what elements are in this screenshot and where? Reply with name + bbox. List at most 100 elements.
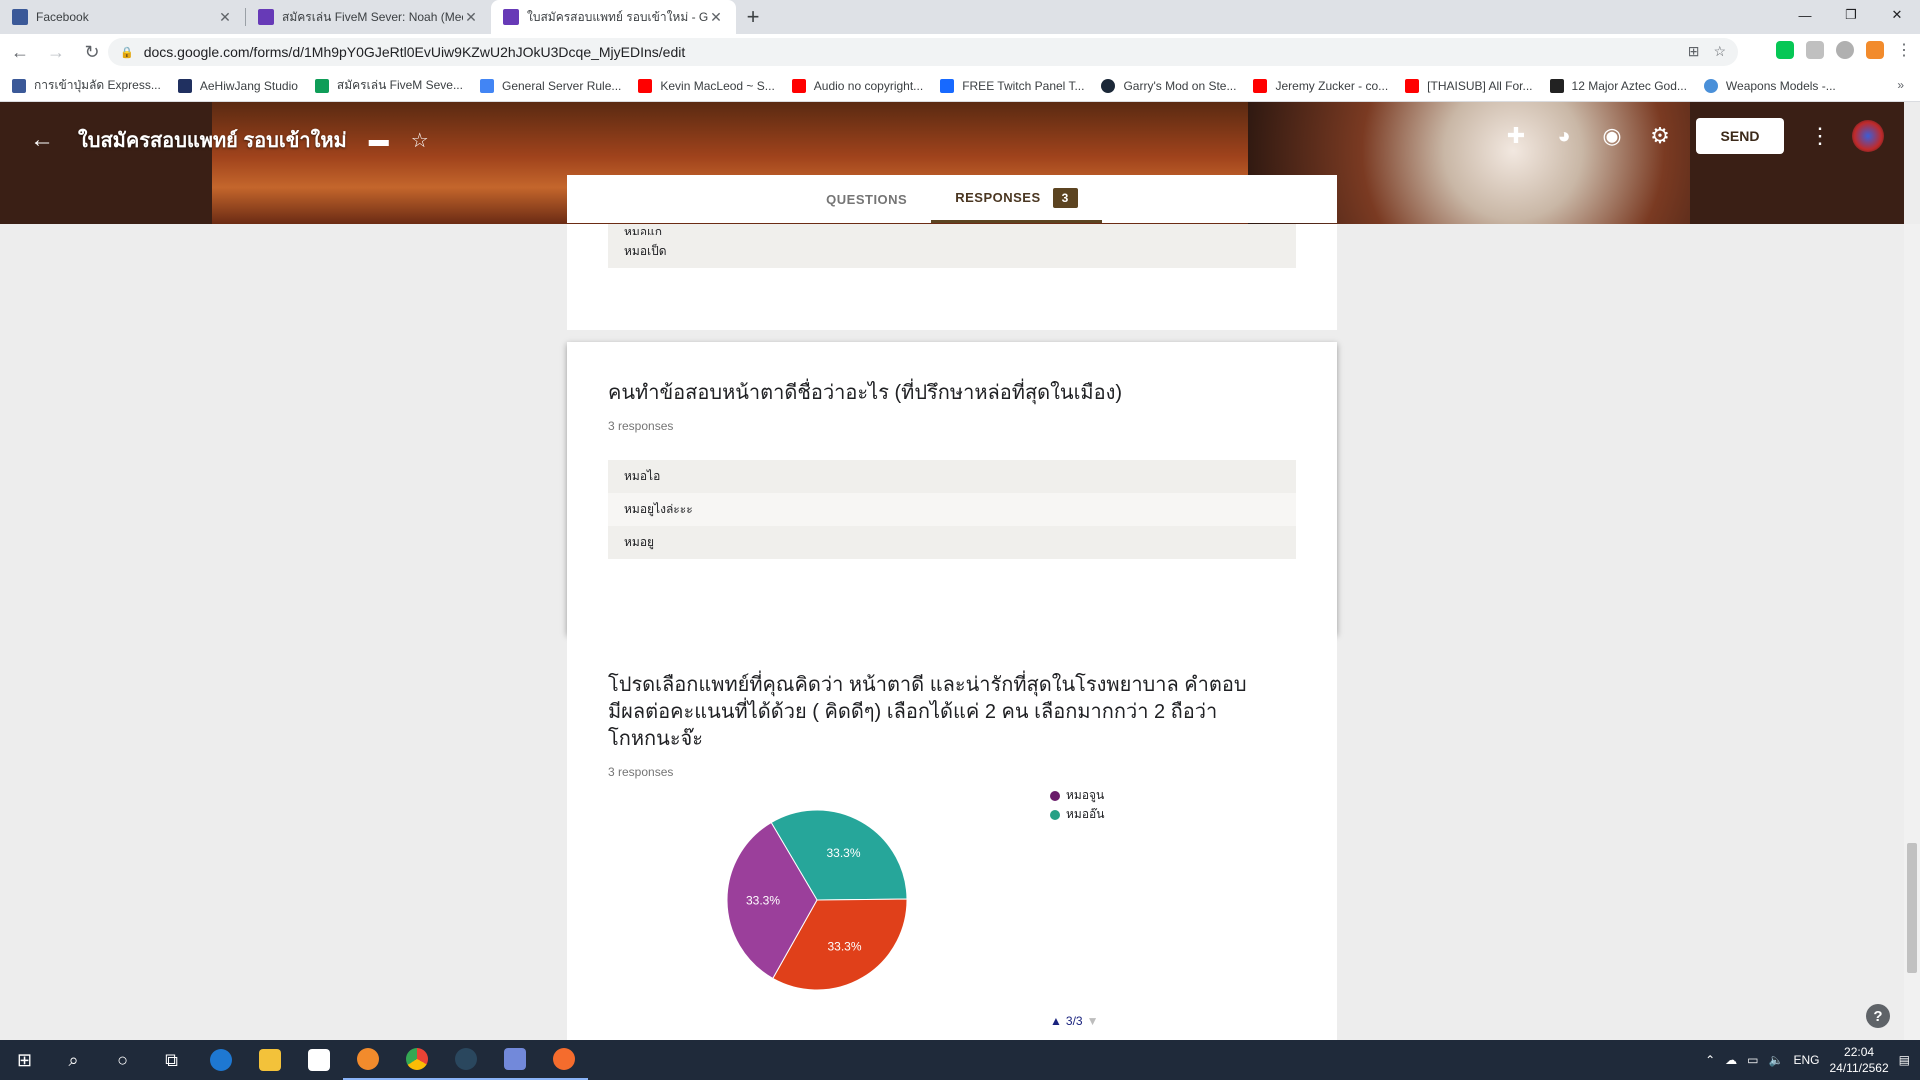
search-icon[interactable]: ⌕ xyxy=(49,1040,98,1080)
tab-questions[interactable]: QUESTIONS xyxy=(802,175,931,223)
help-icon[interactable]: ? xyxy=(1866,1004,1890,1028)
adblock-extension-icon[interactable] xyxy=(1836,41,1854,59)
tab-responses[interactable]: RESPONSES 3 xyxy=(931,175,1102,223)
palette-icon[interactable]: ◕ xyxy=(1540,123,1588,149)
clock-time: 22:04 xyxy=(1844,1045,1875,1059)
bookmark-item[interactable]: 12 Major Aztec God... xyxy=(1549,78,1687,93)
bookmark-label: สมัครเล่น FiveM Seve... xyxy=(336,78,463,92)
more-vert-icon[interactable]: ⋮ xyxy=(1796,123,1844,149)
browser-toolbar: ← → ↻ 🔒 docs.google.com/forms/d/1Mh9pY0G… xyxy=(0,34,1920,70)
notifications-icon[interactable]: ▤ xyxy=(1899,1053,1910,1067)
bookmark-item[interactable]: [THAISUB] All For... xyxy=(1405,78,1533,93)
file-explorer-icon[interactable] xyxy=(245,1040,294,1080)
folder-icon[interactable]: ▬ xyxy=(369,129,389,152)
bookmark-item[interactable]: General Server Rule... xyxy=(479,78,621,93)
volume-icon[interactable]: 🔈 xyxy=(1769,1053,1784,1067)
browser-menu-icon[interactable]: ⋮ xyxy=(1896,40,1912,60)
send-button[interactable]: SEND xyxy=(1696,118,1784,154)
onedrive-icon[interactable]: ☁ xyxy=(1725,1053,1737,1067)
puzzle-extension-icon[interactable] xyxy=(1866,41,1884,59)
line-extension-icon[interactable] xyxy=(1776,41,1794,59)
avatar[interactable] xyxy=(1852,120,1884,152)
preview-eye-icon[interactable]: ◉ xyxy=(1588,123,1636,149)
address-bar[interactable]: 🔒 docs.google.com/forms/d/1Mh9pY0GJeRtl0… xyxy=(108,38,1738,66)
settings-gear-icon[interactable]: ⚙ xyxy=(1636,123,1684,149)
youtube-icon xyxy=(638,78,653,93)
bookmark-item[interactable]: Weapons Models -... xyxy=(1703,78,1836,93)
scrollbar-thumb[interactable] xyxy=(1907,843,1917,973)
tray-chevron-icon[interactable]: ⌃ xyxy=(1705,1053,1715,1067)
pager-up-icon[interactable]: ▲ xyxy=(1050,1014,1062,1028)
bookmark-label: Kevin MacLeod ~ S... xyxy=(660,78,775,93)
addons-puzzle-icon[interactable]: ✚ xyxy=(1492,123,1540,149)
steam-icon xyxy=(1101,78,1116,93)
clock[interactable]: 22:04 24/11/2562 xyxy=(1829,1044,1888,1076)
legend-label: หมออ๊น xyxy=(1066,807,1105,821)
back-arrow-icon[interactable]: ← xyxy=(4,36,36,68)
clock-date: 24/11/2562 xyxy=(1829,1061,1889,1075)
new-tab-button[interactable]: + xyxy=(736,0,770,34)
answer-list: หมอไอ หมอยูไงล่ะะะ หมอยู xyxy=(608,460,1296,559)
browser-tab-fivem[interactable]: สมัครเล่น FiveM Sever: Noah (Mec ✕ xyxy=(246,0,491,34)
question-card: คนทำข้อสอบหน้าตาดีชื่อว่าอะไร (ที่ปรึกษา… xyxy=(567,342,1337,634)
answer-text: หมอยูไงล่ะะะ xyxy=(624,502,693,516)
bookmark-icon xyxy=(12,78,26,93)
steam-app-icon xyxy=(454,1048,477,1070)
drive-extension-icon[interactable] xyxy=(1806,41,1824,59)
browser-tab-doctor-form[interactable]: ใบสมัครสอบแพทย์ รอบเข้าใหม่ - Goo ✕ xyxy=(491,0,736,34)
bookmarks-overflow-icon[interactable]: » xyxy=(1897,78,1904,92)
legend-item: หมออ๊น xyxy=(1050,805,1104,824)
steam-icon[interactable] xyxy=(441,1040,490,1080)
task-view-icon[interactable]: ⧉ xyxy=(147,1040,196,1080)
bookmark-label: Garry's Mod on Ste... xyxy=(1123,78,1237,93)
cortana-icon[interactable]: ○ xyxy=(98,1040,147,1080)
youtube-icon xyxy=(1405,78,1420,93)
bookmark-item[interactable]: Kevin MacLeod ~ S... xyxy=(638,78,775,93)
question-title: คนทำข้อสอบหน้าตาดีชื่อว่าอะไร (ที่ปรึกษา… xyxy=(608,382,1123,404)
avast-icon[interactable] xyxy=(343,1040,392,1080)
close-tab-icon[interactable]: ✕ xyxy=(463,9,479,26)
browser-tab-strip: Facebook ✕ สมัครเล่น FiveM Sever: Noah (… xyxy=(0,0,1920,34)
reload-icon[interactable]: ↻ xyxy=(76,36,108,68)
close-window-icon[interactable]: ✕ xyxy=(1874,0,1920,30)
chrome-icon[interactable] xyxy=(392,1040,441,1080)
network-icon[interactable]: ▭ xyxy=(1747,1053,1758,1067)
pager-down-icon[interactable]: ▼ xyxy=(1087,1014,1099,1028)
origin-icon[interactable] xyxy=(539,1040,588,1080)
browser-tab-facebook[interactable]: Facebook ✕ xyxy=(0,0,245,34)
discord-icon[interactable] xyxy=(490,1040,539,1080)
pie-slice-label-1: 33.3% xyxy=(827,939,861,953)
chart-legend: หมอจูน หมออ๊น xyxy=(1050,786,1104,824)
pie-slice-label-2: 33.3% xyxy=(746,894,780,908)
forward-arrow-icon[interactable]: → xyxy=(40,36,72,68)
bookmark-item[interactable]: FREE Twitch Panel T... xyxy=(940,78,1084,93)
translate-icon[interactable]: ⊞ xyxy=(1688,43,1700,60)
store-app-icon xyxy=(307,1049,330,1071)
legend-label: หมอจูน xyxy=(1066,788,1105,802)
star-icon[interactable]: ☆ xyxy=(411,128,429,153)
bookmark-item[interactable]: Garry's Mod on Ste... xyxy=(1101,78,1237,93)
bookmark-item[interactable]: Jeremy Zucker - co... xyxy=(1253,78,1388,93)
close-tab-icon[interactable]: ✕ xyxy=(217,9,233,26)
bookmark-item[interactable]: AeHiwJang Studio xyxy=(177,78,298,93)
behance-icon xyxy=(940,78,955,93)
tab-title: สมัครเล่น FiveM Sever: Noah (Mec xyxy=(282,9,463,24)
bookmark-label: [THAISUB] All For... xyxy=(1427,78,1533,93)
back-arrow-icon[interactable]: ← xyxy=(30,126,60,154)
bookmark-item[interactable]: การเข้าปุ่มลัด Express... xyxy=(12,76,161,95)
language-indicator[interactable]: ENG xyxy=(1793,1053,1819,1067)
pie-slice-label-0: 33.3% xyxy=(826,846,860,860)
restore-icon[interactable]: ❐ xyxy=(1828,0,1874,30)
edge-icon[interactable] xyxy=(196,1040,245,1080)
folder-app-icon xyxy=(258,1049,281,1071)
start-windows-icon[interactable]: ⊞ xyxy=(0,1040,49,1080)
page-scrollbar[interactable] xyxy=(1904,224,1920,1040)
bookmark-item[interactable]: สมัครเล่น FiveM Seve... xyxy=(314,76,463,95)
minimize-icon[interactable]: — xyxy=(1782,0,1828,30)
bookmark-star-icon[interactable]: ☆ xyxy=(1713,43,1726,60)
close-tab-icon[interactable]: ✕ xyxy=(708,9,724,26)
answer-text: หมอแก xyxy=(624,225,663,235)
bookmark-item[interactable]: Audio no copyright... xyxy=(791,78,923,93)
store-icon[interactable] xyxy=(294,1040,343,1080)
windows-taskbar: ⊞ ⌕ ○ ⧉ ⌃ ☁ ▭ 🔈 ENG 22:04 24/11/2562 ▤ xyxy=(0,1040,1920,1080)
